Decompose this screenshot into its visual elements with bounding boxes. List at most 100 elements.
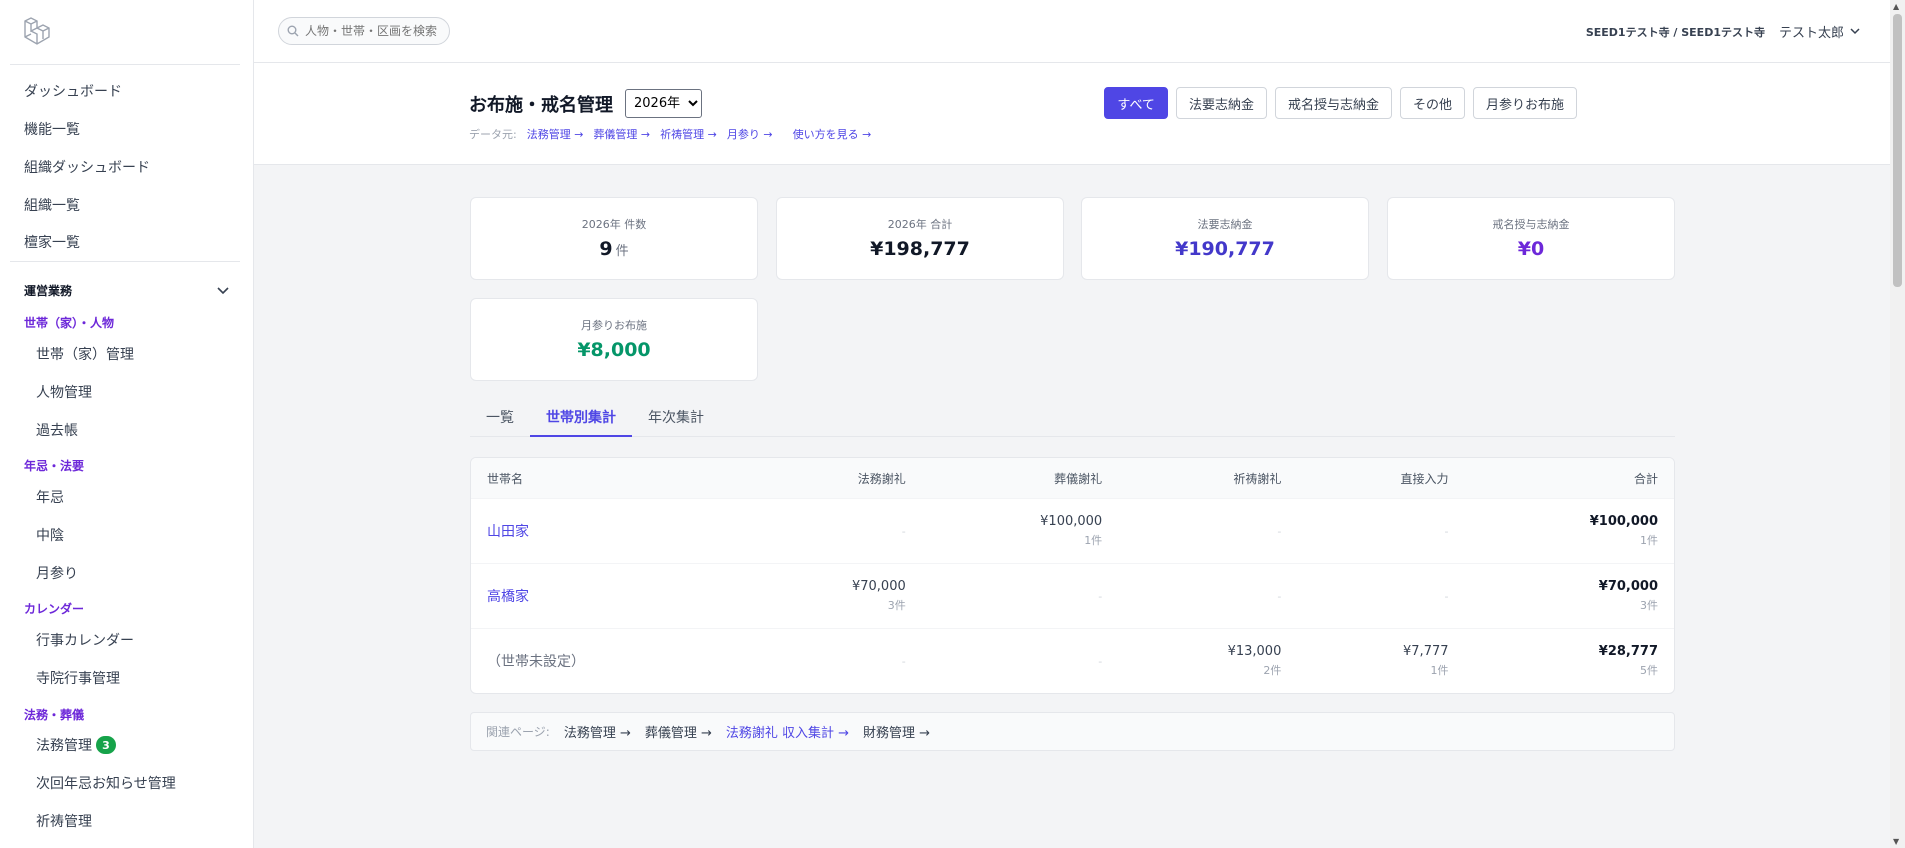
filter-other-button[interactable]: その他	[1399, 87, 1465, 119]
household-summary-table: 世帯名 法務謝礼 葬儀謝礼 祈祷謝礼 直接入力 合計 山田家 - ¥100,000 1…	[470, 457, 1675, 694]
search-input[interactable]	[303, 23, 447, 39]
household-name[interactable]: 山田家	[487, 524, 529, 540]
amount-cell: -	[921, 563, 1119, 629]
sidebar-item-orgs[interactable]: 組織一覧	[24, 195, 80, 215]
count-value: 5件	[1640, 664, 1658, 677]
related-link-sogi[interactable]: 葬儀管理 →	[645, 722, 712, 741]
amount-value: -	[1444, 524, 1449, 538]
amount-cell: -	[921, 628, 1119, 693]
page-scrollbar[interactable]: ▲ ▼	[1890, 0, 1905, 848]
sidebar-category-calendar: カレンダー	[24, 602, 85, 616]
related-link-finance[interactable]: 財務管理 →	[863, 722, 930, 741]
scroll-down-icon[interactable]: ▼	[1893, 837, 1899, 846]
summary-card-total: 2026年 合計 ¥198,777	[776, 197, 1064, 280]
household-name-cell: （世帯未設定）	[471, 628, 743, 693]
card-value: ¥198,777	[870, 238, 970, 260]
page-header: お布施・戒名管理 2026年 データ元: 法務管理 → 葬儀管理 → 祈祷管理 …	[254, 63, 1890, 165]
sidebar-item-next-nenki-notice[interactable]: 次回年忌お知らせ管理	[36, 773, 176, 793]
datasrc-link-homu[interactable]: 法務管理 →	[527, 126, 584, 142]
sidebar-category-rites: 法務・葬儀	[24, 708, 85, 722]
related-link-homu[interactable]: 法務管理 →	[564, 722, 631, 741]
amount-value: -	[1098, 654, 1103, 668]
sidebar-item-danka[interactable]: 檀家一覧	[24, 232, 80, 252]
sidebar-item-kakocho[interactable]: 過去帳	[36, 420, 78, 440]
filter-kaimyo-button[interactable]: 戒名授与志納金	[1274, 87, 1392, 119]
sidebar-item-label: 法務管理	[36, 738, 92, 754]
sidebar-item-homu-mgmt[interactable]: 法務管理 3	[36, 735, 116, 755]
scrollbar-thumb[interactable]	[1893, 14, 1902, 287]
sidebar-item-temple-events[interactable]: 寺院行事管理	[36, 668, 120, 688]
amount-value: -	[1098, 589, 1103, 603]
count-value: 1件	[1640, 534, 1658, 547]
datasrc-link-howto[interactable]: 使い方を見る →	[793, 126, 872, 142]
datasrc-link-kito[interactable]: 祈祷管理 →	[660, 126, 717, 142]
view-tabs: 一覧 世帯別集計 年次集計	[470, 400, 1675, 437]
card-label: 月参りお布施	[581, 319, 647, 332]
chevron-down-icon	[1850, 28, 1860, 35]
amount-value: ¥13,000	[1227, 644, 1282, 659]
count-badge: 3	[96, 736, 116, 754]
sidebar-item-dashboard[interactable]: ダッシュボード	[24, 81, 122, 101]
amount-cell: ¥100,000 1件	[921, 498, 1119, 564]
table-row: （世帯未設定） - - ¥13,000 2件 ¥7,777 1件 ¥28,777 5件	[471, 628, 1674, 693]
search-icon	[287, 25, 299, 37]
category-filters: すべて 法要志納金 戒名授与志納金 その他 月参りお布施	[1104, 87, 1577, 119]
card-label: 2026年 合計	[887, 218, 953, 231]
column-header: 葬儀謝礼	[921, 458, 1119, 499]
sidebar-group-label: 運営業務	[24, 284, 73, 298]
amount-value: -	[1277, 589, 1282, 603]
summary-card-kaimyo: 戒名授与志納金 ¥0	[1387, 197, 1675, 280]
sidebar-item-features[interactable]: 機能一覧	[24, 119, 80, 139]
filter-tsukimairi-button[interactable]: 月参りお布施	[1472, 87, 1577, 119]
column-header: 法務謝礼	[742, 458, 922, 499]
amount-cell: -	[1297, 498, 1465, 564]
filter-all-button[interactable]: すべて	[1104, 87, 1168, 119]
user-menu[interactable]: テスト太郎	[1779, 22, 1860, 41]
tab-by-household[interactable]: 世帯別集計	[530, 400, 632, 437]
tab-annual[interactable]: 年次集計	[632, 400, 720, 435]
card-unit: 件	[615, 244, 629, 259]
sidebar: ダッシュボード 機能一覧 組織ダッシュボード 組織一覧 檀家一覧 運営業務 世帯…	[0, 0, 254, 848]
datasrc-link-sogi[interactable]: 葬儀管理 →	[593, 126, 650, 142]
amount-value: -	[901, 654, 906, 668]
account-area: SEED1テスト寺 / SEED1テスト寺 テスト太郎	[1586, 22, 1860, 41]
sidebar-category-household: 世帯（家）・人物	[24, 316, 115, 330]
sidebar-divider	[10, 64, 240, 65]
search-box[interactable]	[278, 17, 450, 45]
table-header-row: 世帯名 法務謝礼 葬儀謝礼 祈祷謝礼 直接入力 合計	[471, 458, 1674, 499]
sidebar-item-household-mgmt[interactable]: 世帯（家）管理	[36, 344, 134, 364]
count-value: 3件	[1640, 599, 1658, 612]
sidebar-item-person-mgmt[interactable]: 人物管理	[36, 382, 92, 402]
summary-card-tsukimairi: 月参りお布施 ¥8,000	[470, 298, 758, 381]
related-link-homu-income[interactable]: 法務謝礼 収入集計 →	[726, 722, 849, 741]
tab-list[interactable]: 一覧	[470, 400, 530, 435]
amount-value: ¥70,000	[851, 579, 906, 594]
sidebar-item-tsukimairi[interactable]: 月参り	[36, 563, 78, 583]
table-row: 高橋家 ¥70,000 3件 - - - ¥70,000 3件	[471, 563, 1674, 629]
amount-value: ¥7,777	[1403, 644, 1449, 659]
amount-value: -	[1444, 589, 1449, 603]
related-label: 関連ページ:	[486, 725, 550, 739]
filter-hoyo-button[interactable]: 法要志納金	[1175, 87, 1267, 119]
count-value: 3件	[887, 599, 906, 612]
amount-cell: -	[1118, 563, 1298, 629]
year-select[interactable]: 2026年	[625, 89, 702, 118]
table-row: 山田家 - ¥100,000 1件 - - ¥100,000 1件	[471, 498, 1674, 564]
sidebar-divider	[10, 261, 240, 262]
card-label: 2026年 件数	[581, 218, 647, 231]
sidebar-item-event-calendar[interactable]: 行事カレンダー	[36, 630, 134, 650]
sidebar-item-org-dashboard[interactable]: 組織ダッシュボード	[24, 157, 150, 177]
sidebar-group-operations[interactable]: 運営業務	[24, 282, 229, 299]
scroll-up-icon[interactable]: ▲	[1893, 2, 1899, 11]
sidebar-item-chuin[interactable]: 中陰	[36, 525, 64, 545]
sidebar-item-kito-mgmt[interactable]: 祈祷管理	[36, 811, 92, 831]
household-name[interactable]: 高橋家	[487, 589, 529, 605]
data-source-links: データ元: 法務管理 → 葬儀管理 → 祈祷管理 → 月参り → 使い方を見る …	[469, 126, 871, 142]
top-bar: SEED1テスト寺 / SEED1テスト寺 テスト太郎	[254, 0, 1890, 63]
card-value: 9件	[471, 238, 757, 260]
household-name: （世帯未設定）	[487, 654, 585, 670]
column-header: 祈祷謝礼	[1118, 458, 1298, 499]
app-logo-icon[interactable]	[22, 15, 52, 47]
sidebar-item-nenki[interactable]: 年忌	[36, 487, 64, 507]
datasrc-link-tsukimairi[interactable]: 月参り →	[727, 126, 773, 142]
